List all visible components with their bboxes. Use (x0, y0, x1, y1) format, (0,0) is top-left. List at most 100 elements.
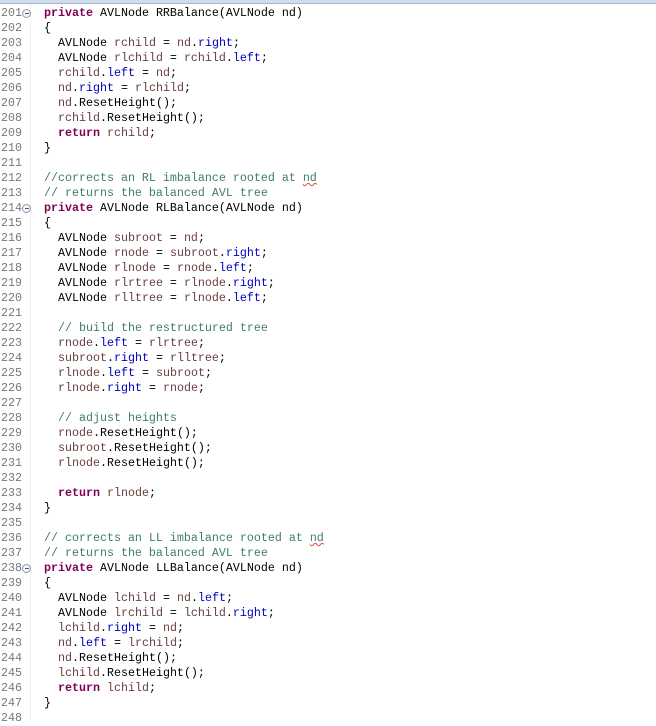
code-text: return rchild; (58, 126, 156, 140)
keyword: private (44, 201, 93, 215)
code-text: AVLNode lchild = nd.left; (58, 591, 233, 605)
comment: // corrects an LL imbalance rooted at (44, 531, 310, 545)
code-line[interactable]: 248 (0, 711, 656, 726)
code-line[interactable]: 210} (0, 141, 656, 156)
code-line[interactable]: 244 nd.ResetHeight(); (0, 651, 656, 666)
line-number: 214 (1, 201, 22, 215)
line-number: 213 (1, 186, 22, 200)
code-line[interactable]: 234} (0, 501, 656, 516)
line-number: 222 (1, 321, 22, 335)
code-line[interactable]: 226 rlnode.right = rnode; (0, 381, 656, 396)
code-line[interactable]: 235 (0, 516, 656, 531)
code-text: private AVLNode LLBalance(AVLNode nd) (44, 561, 303, 575)
code-line[interactable]: 247} (0, 696, 656, 711)
code-line[interactable]: 228 // adjust heights (0, 411, 656, 426)
line-number: 227 (1, 396, 22, 410)
code-line[interactable]: 233 return rlnode; (0, 486, 656, 501)
code-line[interactable]: 212 //corrects an RL imbalance rooted at … (0, 171, 656, 186)
line-number: 246 (1, 681, 22, 695)
line-number: 242 (1, 621, 22, 635)
local-variable: rlnode (113, 261, 156, 275)
code-line[interactable]: 242 lchild.right = nd; (0, 621, 656, 636)
code-text: } (44, 696, 51, 710)
fold-collapse-icon[interactable] (22, 564, 31, 573)
code-line[interactable]: 221 (0, 306, 656, 321)
code-line[interactable]: 227 (0, 396, 656, 411)
code-line[interactable]: 202 { (0, 21, 656, 36)
field-reference: right (106, 381, 142, 395)
code-line[interactable]: 230 subroot.ResetHeight(); (0, 441, 656, 456)
code-line[interactable]: 238 private AVLNode LLBalance(AVLNode nd) (0, 561, 656, 576)
code-text: AVLNode rlnode = rnode.left; (58, 261, 254, 275)
line-number: 204 (1, 51, 22, 65)
code-line[interactable]: 220 AVLNode rlltree = rlnode.left; (0, 291, 656, 306)
line-number: 218 (1, 261, 22, 275)
comment: // returns the balanced AVL tree (44, 186, 268, 200)
local-variable: rchild (58, 111, 100, 125)
code-line[interactable]: 201 private AVLNode RRBalance(AVLNode nd) (0, 6, 656, 21)
line-number: 215 (1, 216, 22, 230)
line-number: 232 (1, 471, 22, 485)
line-number: 211 (1, 156, 22, 170)
code-line[interactable]: 222 // build the restructured tree (0, 321, 656, 336)
code-line[interactable]: 229 rnode.ResetHeight(); (0, 426, 656, 441)
code-text: nd.left = lrchild; (58, 636, 184, 650)
code-line[interactable]: 204 AVLNode rlchild = rchild.left; (0, 51, 656, 66)
code-text: AVLNode rchild = nd.right; (58, 36, 240, 50)
code-line[interactable]: 217 AVLNode rnode = subroot.right; (0, 246, 656, 261)
line-number: 237 (1, 546, 22, 560)
local-variable: rchild (113, 36, 156, 50)
code-line[interactable]: 225 rlnode.left = subroot; (0, 366, 656, 381)
code-line[interactable]: 203 AVLNode rchild = nd.right; (0, 36, 656, 51)
code-line[interactable]: 218 AVLNode rlnode = rnode.left; (0, 261, 656, 276)
code-line[interactable]: 224 subroot.right = rlltree; (0, 351, 656, 366)
code-line[interactable]: 211 (0, 156, 656, 171)
local-variable: nd (162, 621, 177, 635)
keyword: private (44, 6, 93, 20)
line-number: 229 (1, 426, 22, 440)
code-text: AVLNode rlltree = rlnode.left; (58, 291, 268, 305)
code-line[interactable]: 219 AVLNode rlrtree = rlnode.right; (0, 276, 656, 291)
line-number: 245 (1, 666, 22, 680)
code-text: { (44, 216, 51, 230)
code-editor[interactable]: 201 private AVLNode RRBalance(AVLNode nd)… (0, 6, 656, 726)
local-variable: nd (58, 96, 72, 110)
local-variable: rlnode (183, 276, 226, 290)
code-line[interactable]: 236 // corrects an LL imbalance rooted at… (0, 531, 656, 546)
code-text: return lchild; (58, 681, 156, 695)
code-line[interactable]: 241 AVLNode lrchild = lchild.right; (0, 606, 656, 621)
fold-collapse-icon[interactable] (22, 204, 31, 213)
code-line[interactable]: 208 rchild.ResetHeight(); (0, 111, 656, 126)
code-text: AVLNode rnode = subroot.right; (58, 246, 268, 260)
local-variable: lrchild (127, 636, 177, 650)
code-line[interactable]: 216 AVLNode subroot = nd; (0, 231, 656, 246)
line-number: 224 (1, 351, 22, 365)
code-line[interactable]: 239 { (0, 576, 656, 591)
code-line[interactable]: 223 rnode.left = rlrtree; (0, 336, 656, 351)
local-variable: rchild (58, 66, 100, 80)
code-line[interactable]: 215 { (0, 216, 656, 231)
code-line[interactable]: 240 AVLNode lchild = nd.left; (0, 591, 656, 606)
field-reference: right (225, 246, 261, 260)
code-line[interactable]: 245 lchild.ResetHeight(); (0, 666, 656, 681)
line-number: 201 (1, 6, 22, 20)
code-line[interactable]: 209 return rchild; (0, 126, 656, 141)
code-line[interactable]: 231 rlnode.ResetHeight(); (0, 456, 656, 471)
code-line[interactable]: 213 // returns the balanced AVL tree (0, 186, 656, 201)
code-line[interactable]: 243 nd.left = lrchild; (0, 636, 656, 651)
code-text: // build the restructured tree (44, 321, 268, 336)
fold-collapse-icon[interactable] (22, 9, 31, 18)
code-line[interactable]: 207 nd.ResetHeight(); (0, 96, 656, 111)
code-line[interactable]: 214 private AVLNode RLBalance(AVLNode nd) (0, 201, 656, 216)
code-text: rnode.left = rlrtree; (58, 336, 205, 350)
code-line[interactable]: 206 nd.right = rlchild; (0, 81, 656, 96)
local-variable: subroot (58, 441, 107, 455)
code-line[interactable]: 237 // returns the balanced AVL tree (0, 546, 656, 561)
local-variable: rnode (176, 261, 212, 275)
line-number: 239 (1, 576, 22, 590)
field-reference: left (232, 291, 261, 305)
code-line[interactable]: 232 (0, 471, 656, 486)
comment: //corrects an RL imbalance rooted at (44, 171, 303, 185)
code-line[interactable]: 205 rchild.left = nd; (0, 66, 656, 81)
code-line[interactable]: 246 return lchild; (0, 681, 656, 696)
